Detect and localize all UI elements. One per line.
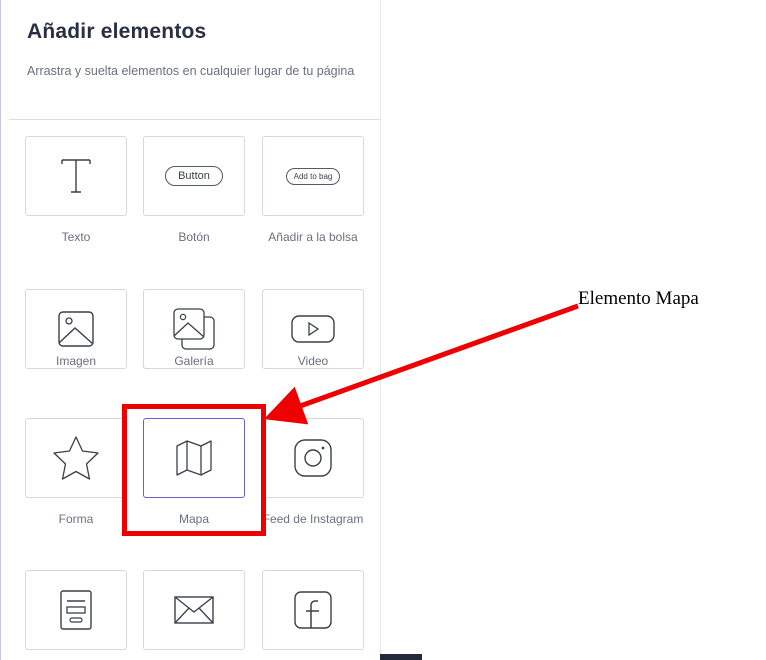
callout-arrow (263, 303, 579, 425)
callout-label: Elemento Mapa (578, 288, 699, 309)
